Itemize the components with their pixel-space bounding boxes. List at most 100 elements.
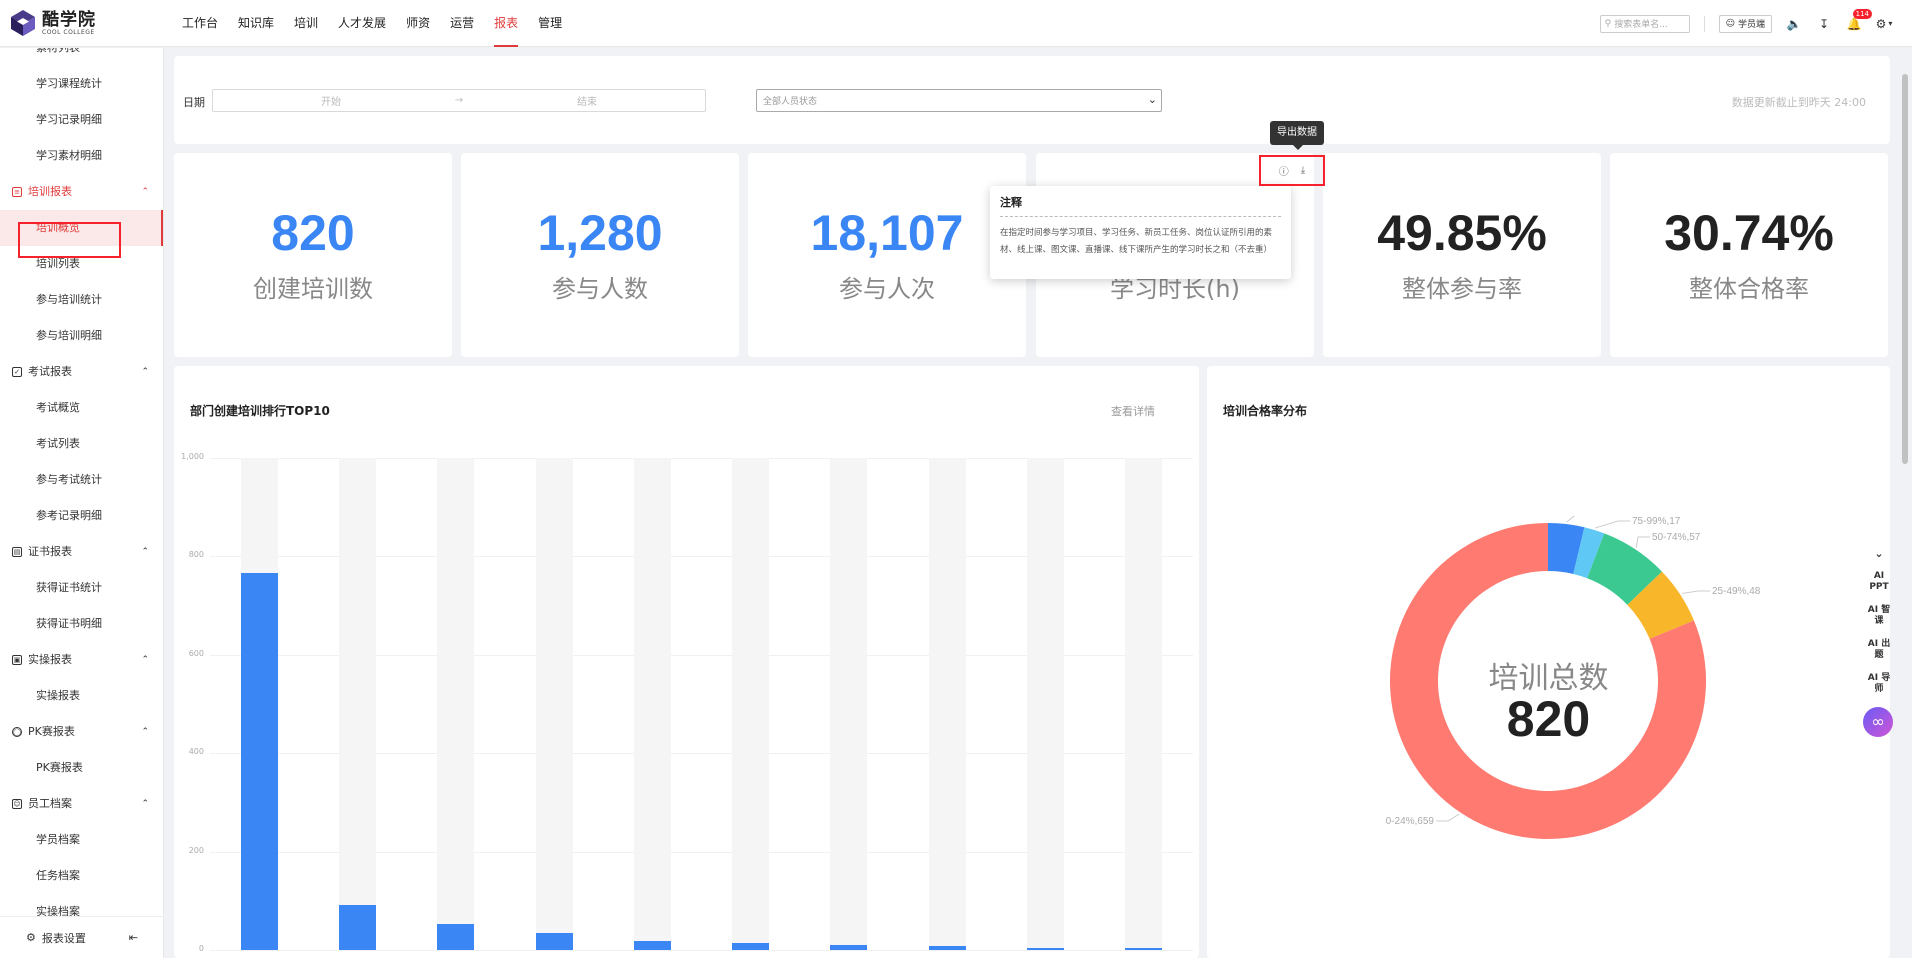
bar-background xyxy=(535,458,573,950)
sidebar-item-material-list[interactable]: 素材列表 xyxy=(0,48,163,66)
note-title: 注释 xyxy=(1000,194,1281,217)
bar-background xyxy=(1027,458,1065,950)
bar[interactable] xyxy=(535,932,573,950)
brand-name: 酷学院 xyxy=(42,9,96,30)
nav-talent[interactable]: 人才发展 xyxy=(328,0,396,47)
sidebar-group-training-reports[interactable]: ≡ 培训报表 ⌃ xyxy=(0,174,163,210)
nav-management[interactable]: 管理 xyxy=(528,0,572,47)
chevron-double-down-icon[interactable]: ⌄ xyxy=(1866,548,1892,559)
y-axis-tick-label: 800 xyxy=(188,550,204,560)
stat-card-pass-rate: 30.74% 整体合格率 xyxy=(1610,153,1888,357)
stat-card-participants: 1,280 参与人数 xyxy=(461,153,739,357)
nav-workbench[interactable]: 工作台 xyxy=(172,0,228,47)
sidebar-item-training-participation-details[interactable]: 参与培训明细 xyxy=(0,318,163,354)
highlight-box xyxy=(18,222,121,258)
sidebar-group-certificate-reports[interactable]: ▤ 证书报表 ⌃ xyxy=(0,534,163,570)
sidebar-item-material-details[interactable]: 学习素材明细 xyxy=(0,138,163,174)
bar-background xyxy=(830,458,868,950)
nav-knowledge-base[interactable]: 知识库 xyxy=(228,0,284,47)
sidebar-group-exam-reports[interactable]: ✓ 考试报表 ⌃ xyxy=(0,354,163,390)
nav-teachers[interactable]: 师资 xyxy=(396,0,440,47)
bar[interactable] xyxy=(437,924,475,950)
sidebar-item-pk-report[interactable]: PK赛报表 xyxy=(0,750,163,786)
pie-slice-label: 50-74%,57 xyxy=(1652,532,1701,543)
pie-leader-line xyxy=(1566,516,1575,523)
start-date-input[interactable]: 开始 xyxy=(213,93,449,108)
data-update-note: 数据更新截止到昨天 24:00 xyxy=(1731,96,1866,109)
sidebar-item-certificate-stats[interactable]: 获得证书统计 xyxy=(0,570,163,606)
nav-reports[interactable]: 报表 xyxy=(484,0,528,47)
pie-center-value: 820 xyxy=(1506,691,1591,747)
ai-tutor-button[interactable]: AI 导师 xyxy=(1866,673,1892,695)
ai-assistant-icon[interactable]: ∞ xyxy=(1863,707,1893,737)
pie-leader-line xyxy=(1436,813,1460,822)
report-settings-button[interactable]: ⚙ 报表设置 ⇤ xyxy=(0,916,163,958)
bar[interactable] xyxy=(928,946,966,950)
search-icon: ⚲ xyxy=(1604,18,1612,29)
switch-to-learner-button[interactable]: ☺ 学员端 xyxy=(1718,14,1772,33)
nav-operations[interactable]: 运营 xyxy=(440,0,484,47)
ai-question-button[interactable]: AI 出题 xyxy=(1866,639,1892,661)
sidebar-item-learner-files[interactable]: 学员档案 xyxy=(0,822,163,858)
bar[interactable] xyxy=(830,945,868,950)
chevron-down-icon: ▾ xyxy=(1888,19,1893,28)
bar[interactable] xyxy=(240,572,278,950)
export-tooltip: 导出数据 xyxy=(1270,121,1324,150)
bar[interactable] xyxy=(732,943,770,950)
sidebar-item-course-stats[interactable]: 学习课程统计 xyxy=(0,66,163,102)
profile-icon: ☺ xyxy=(12,799,22,809)
stat-value: 18,107 xyxy=(810,205,964,261)
sidebar-item-exam-overview[interactable]: 考试概览 xyxy=(0,390,163,426)
sidebar-item-exam-stats[interactable]: 参与考试统计 xyxy=(0,462,163,498)
pie-leader-line xyxy=(1681,590,1710,594)
bar[interactable] xyxy=(1125,947,1163,950)
stat-value: 1,280 xyxy=(537,205,663,261)
sidebar-item-certificate-details[interactable]: 获得证书明细 xyxy=(0,606,163,642)
bar[interactable] xyxy=(1027,947,1065,950)
date-label: 日期 xyxy=(183,96,205,109)
report-search-input[interactable]: ⚲ 搜索表单名... xyxy=(1599,14,1690,33)
nav-training[interactable]: 培训 xyxy=(284,0,328,47)
pie-leader-line xyxy=(1594,520,1630,529)
notification-badge: 114 xyxy=(1852,8,1872,19)
sidebar-group-employee-files[interactable]: ☺ 员工档案 ⌃ xyxy=(0,786,163,822)
sidebar-item-learning-records[interactable]: 学习记录明细 xyxy=(0,102,163,138)
ai-course-button[interactable]: AI 智课 xyxy=(1866,605,1892,627)
sidebar-group-practice-reports[interactable]: ▣ 实操报表 ⌃ xyxy=(0,642,163,678)
ai-ppt-button[interactable]: AI PPT xyxy=(1866,571,1892,593)
sidebar-item-task-files[interactable]: 任务档案 xyxy=(0,858,163,894)
y-axis-tick-label: 200 xyxy=(188,845,204,855)
bar[interactable] xyxy=(633,941,671,950)
certificate-icon: ▤ xyxy=(12,547,22,557)
date-range-picker[interactable]: 开始 → 结束 xyxy=(212,89,706,112)
scrollbar-thumb[interactable] xyxy=(1902,74,1908,464)
y-axis-tick-label: 1,000 xyxy=(181,452,204,461)
page-scrollbar[interactable] xyxy=(1900,56,1910,956)
y-axis-tick-label: 600 xyxy=(188,648,204,658)
grid-line xyxy=(210,950,1193,951)
bell-icon[interactable]: 🔔 114 xyxy=(1846,8,1872,32)
end-date-input[interactable]: 结束 xyxy=(469,93,705,108)
sidebar-item-training-participation-stats[interactable]: 参与培训统计 xyxy=(0,282,163,318)
download-icon[interactable]: ↧ xyxy=(1816,16,1832,32)
brand-logo[interactable]: 酷学院 COOL COLLEGE xyxy=(10,9,96,37)
personnel-status-select[interactable]: 全部人员状态 ⌄ xyxy=(756,89,1162,112)
stat-label: 参与人数 xyxy=(552,275,648,303)
pie-slice-label: 75-99%,17 xyxy=(1632,516,1681,527)
sidebar-item-exam-list[interactable]: 考试列表 xyxy=(0,426,163,462)
speaker-icon[interactable]: 🔈 xyxy=(1786,16,1802,32)
view-details-link[interactable]: 查看详情 xyxy=(1111,403,1155,419)
avatar[interactable]: ⚙ ▾ xyxy=(1876,16,1893,32)
note-popover: 注释 在指定时间参与学习项目、学习任务、新员工任务、岗位认证所引用的素材、线上课… xyxy=(990,186,1291,279)
stat-label: 创建培训数 xyxy=(253,275,373,303)
sidebar-item-practice-report[interactable]: 实操报表 xyxy=(0,678,163,714)
sidebar-group-pk-reports[interactable]: ◯ PK赛报表 ⌃ xyxy=(0,714,163,750)
chevron-up-icon: ⌃ xyxy=(141,547,149,557)
bar[interactable] xyxy=(338,904,376,950)
collapse-sidebar-icon[interactable]: ⇤ xyxy=(129,931,138,944)
pie-leader-line xyxy=(1635,536,1650,548)
bar-background xyxy=(437,458,475,950)
sidebar-item-exam-records[interactable]: 参考记录明细 xyxy=(0,498,163,534)
pie-slice-label: 25-49%,48 xyxy=(1712,586,1761,597)
practice-icon: ▣ xyxy=(12,655,22,665)
